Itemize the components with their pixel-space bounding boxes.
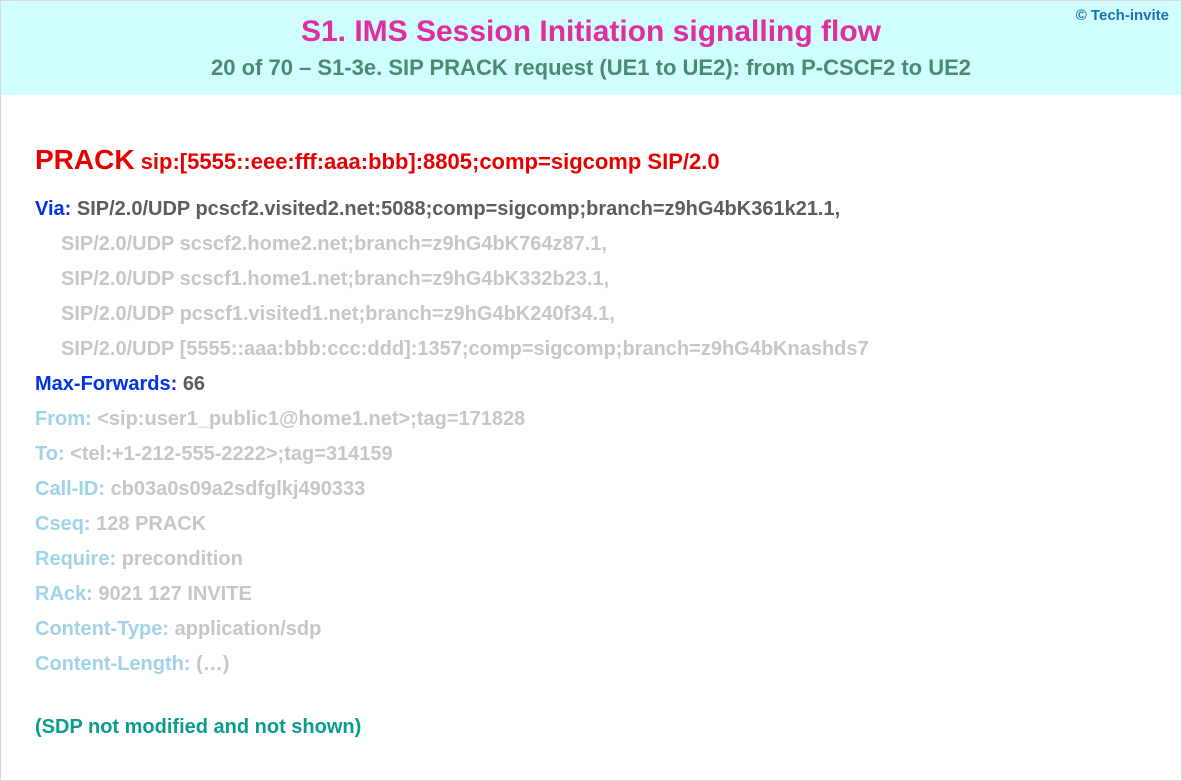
message-body: PRACK sip:[5555::eee:fff:aaa:bbb]:8805;c… — [1, 95, 1181, 765]
sip-header-value: cb03a0s09a2sdfglkj490333 — [111, 478, 366, 500]
via-header-continuation: SIP/2.0/UDP pcscf1.visited1.net;branch=z… — [35, 297, 1151, 332]
sip-header: Content-Type: application/sdp — [35, 612, 1151, 647]
sip-header: Content-Length: (…) — [35, 647, 1151, 682]
sip-header-value: 9021 127 INVITE — [98, 583, 251, 605]
sip-header: Call-ID: cb03a0s09a2sdfglkj490333 — [35, 472, 1151, 507]
sip-header-value: application/sdp — [175, 618, 322, 640]
sdp-note: (SDP not modified and not shown) — [35, 710, 1151, 745]
sip-request-line: PRACK sip:[5555::eee:fff:aaa:bbb]:8805;c… — [35, 135, 1151, 184]
sip-request-uri: sip:[5555::eee:fff:aaa:bbb]:8805;comp=si… — [141, 149, 720, 174]
sip-header-value: precondition — [122, 548, 243, 570]
sip-method: PRACK — [35, 144, 135, 175]
document-frame: © Tech-invite S1. IMS Session Initiation… — [0, 0, 1182, 781]
via-header-continuation: SIP/2.0/UDP scscf1.home1.net;branch=z9hG… — [35, 262, 1151, 297]
via-header-continuation: SIP/2.0/UDP [5555::aaa:bbb:ccc:ddd]:1357… — [35, 332, 1151, 367]
sip-header-name: Content-Length: — [35, 653, 191, 675]
copyright-text: © Tech-invite — [1076, 7, 1169, 24]
sip-header-name: Content-Type: — [35, 618, 169, 640]
max-forwards-header: Max-Forwards: 66 — [35, 367, 1151, 402]
sip-header-value: 128 PRACK — [96, 513, 206, 535]
page-title: S1. IMS Session Initiation signalling fl… — [1, 15, 1181, 49]
sip-header-name: RAck: — [35, 583, 93, 605]
header-banner: © Tech-invite S1. IMS Session Initiation… — [1, 1, 1181, 95]
sip-header-value: <sip:user1_public1@home1.net>;tag=171828 — [97, 408, 525, 430]
via-header: Via: SIP/2.0/UDP pcscf2.visited2.net:508… — [35, 192, 1151, 227]
via-header-name: Via: — [35, 198, 71, 220]
sip-header: Require: precondition — [35, 542, 1151, 577]
sip-header-value: <tel:+1-212-555-2222>;tag=314159 — [70, 443, 392, 465]
max-forwards-name: Max-Forwards: — [35, 373, 177, 395]
sip-header-name: Cseq: — [35, 513, 91, 535]
page-subtitle: 20 of 70 – S1-3e. SIP PRACK request (UE1… — [1, 55, 1181, 81]
faded-headers-block: From: <sip:user1_public1@home1.net>;tag=… — [35, 402, 1151, 682]
sip-header-name: From: — [35, 408, 92, 430]
sip-header-value: (…) — [196, 653, 229, 675]
via-header-first-value: SIP/2.0/UDP pcscf2.visited2.net:5088;com… — [77, 198, 840, 220]
sip-header: To: <tel:+1-212-555-2222>;tag=314159 — [35, 437, 1151, 472]
sip-header-name: To: — [35, 443, 65, 465]
sip-header-name: Call-ID: — [35, 478, 105, 500]
sip-header: Cseq: 128 PRACK — [35, 507, 1151, 542]
sip-header: RAck: 9021 127 INVITE — [35, 577, 1151, 612]
sip-header: From: <sip:user1_public1@home1.net>;tag=… — [35, 402, 1151, 437]
sip-header-name: Require: — [35, 548, 116, 570]
via-header-continuation: SIP/2.0/UDP scscf2.home2.net;branch=z9hG… — [35, 227, 1151, 262]
max-forwards-value: 66 — [183, 373, 205, 395]
via-header-continuations: SIP/2.0/UDP scscf2.home2.net;branch=z9hG… — [35, 227, 1151, 367]
